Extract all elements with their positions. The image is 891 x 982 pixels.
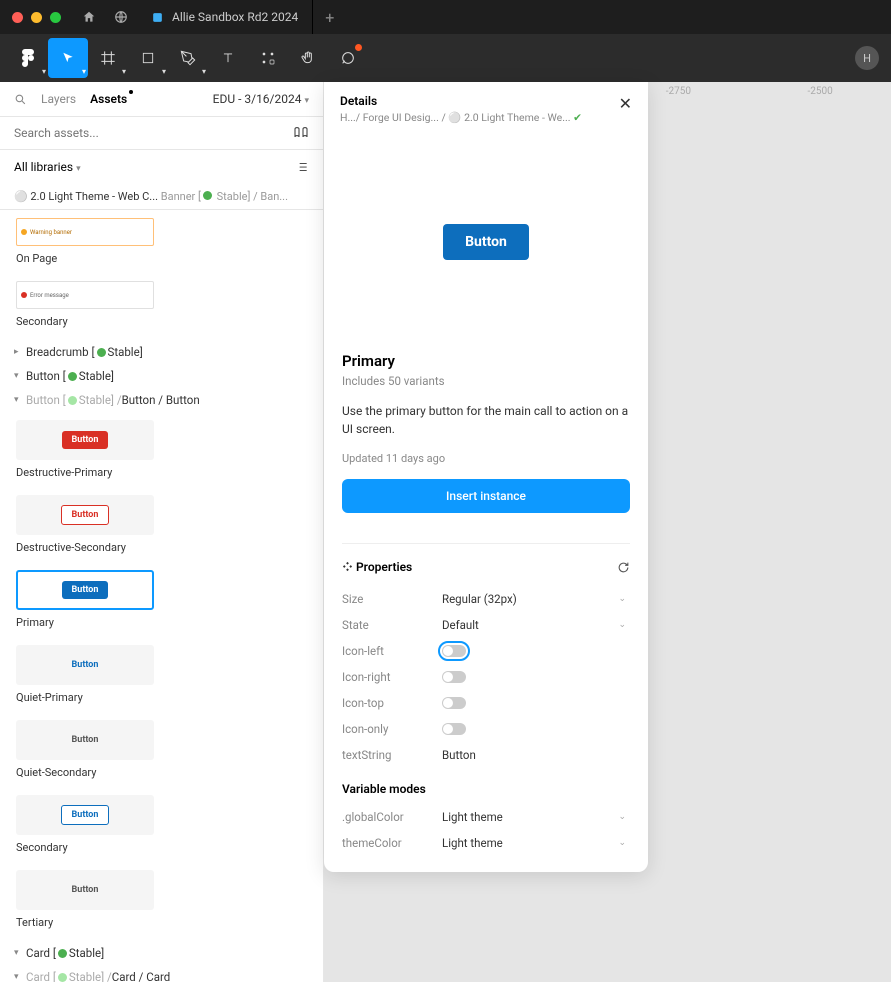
thumb-label: Quiet-Secondary (16, 766, 154, 779)
tree-sub-button[interactable]: ▾Button [ Stable] / Button / Button (0, 388, 323, 412)
thumb-on-page[interactable]: Warning banner On Page (16, 218, 154, 265)
property-row: Icon-top (342, 690, 630, 716)
titlebar: Allie Sandbox 2024Allie Sandbox Rd2 2024… (0, 0, 891, 34)
pen-tool[interactable]: ▾ (168, 38, 208, 78)
button-thumbs: ButtonDestructive-Primary ButtonDestructi… (0, 412, 323, 941)
toggle[interactable] (442, 697, 466, 709)
property-value[interactable] (442, 671, 630, 683)
toggle[interactable] (442, 671, 466, 683)
asset-search-row (0, 116, 323, 150)
thumb-button[interactable]: ButtonTertiary (16, 870, 154, 929)
figma-menu[interactable]: ▾ (8, 38, 48, 78)
property-row: textStringButton (342, 742, 630, 768)
tree-item[interactable]: ▾Button [ Stable] (0, 364, 323, 388)
property-value[interactable]: Regular (32px)⌄ (442, 592, 630, 606)
property-row: Icon-right (342, 664, 630, 690)
canvas[interactable]: -3250-3000-2750-2500 Details H.../ Forge… (324, 82, 891, 982)
tab-assets[interactable]: Assets (90, 92, 127, 106)
thumb-label: Tertiary (16, 916, 154, 929)
component-name: Primary (342, 352, 630, 370)
book-icon[interactable] (293, 125, 309, 141)
mode-value[interactable]: Light theme⌄ (442, 810, 630, 824)
tree-sub-card[interactable]: ▾Card [ Stable] / Card / Card (0, 965, 323, 982)
globe-icon[interactable] (105, 10, 137, 24)
minimize-window[interactable] (31, 12, 42, 23)
thumb-label: Secondary (16, 315, 154, 328)
details-breadcrumb[interactable]: H.../ Forge UI Desig... / ⚪ 2.0 Light Th… (340, 111, 582, 124)
property-value[interactable] (442, 697, 630, 709)
window-controls (0, 12, 73, 23)
thumb-label: Quiet-Primary (16, 691, 154, 704)
component-preview: Button (324, 132, 648, 352)
property-row: Icon-left (342, 638, 630, 664)
thumb-label: Destructive-Secondary (16, 541, 154, 554)
mode-row: .globalColorLight theme⌄ (342, 804, 630, 830)
new-tab-button[interactable]: + (313, 8, 346, 27)
tab[interactable]: Allie Sandbox Rd2 2024 (137, 0, 313, 34)
thumb-button[interactable]: ButtonQuiet-Secondary (16, 720, 154, 779)
thumb-button[interactable]: ButtonQuiet-Primary (16, 645, 154, 704)
comment-tool[interactable] (328, 38, 368, 78)
library-selector-row: All libraries ▾ (0, 150, 323, 184)
breadcrumb[interactable]: ⚪ 2.0 Light Theme - Web C... Banner [ St… (0, 184, 323, 210)
toggle[interactable] (442, 645, 466, 657)
tab-bar: Allie Sandbox 2024Allie Sandbox Rd2 2024… (73, 0, 346, 34)
property-value[interactable] (442, 645, 630, 657)
mode-row: themeColorLight theme⌄ (342, 830, 630, 856)
property-value[interactable]: Default⌄ (442, 618, 630, 632)
mode-value[interactable]: Light theme⌄ (442, 836, 630, 850)
list-icon[interactable] (295, 160, 309, 174)
banner-thumbs: Warning banner On Page Error message Sec… (0, 210, 323, 340)
avatar[interactable]: H (855, 46, 879, 70)
thumb-button[interactable]: ButtonPrimary (16, 570, 154, 629)
thumb-button[interactable]: ButtonDestructive-Primary (16, 420, 154, 479)
variant-count: Includes 50 variants (342, 374, 630, 388)
details-title: Details (340, 94, 582, 108)
hand-tool[interactable] (288, 38, 328, 78)
page-selector[interactable]: EDU - 3/16/2024 ▾ (213, 92, 309, 106)
property-row: SizeRegular (32px)⌄ (342, 586, 630, 612)
thumb-label: On Page (16, 252, 154, 265)
library-dropdown[interactable]: All libraries ▾ (14, 160, 81, 174)
updated-label: Updated 11 days ago (342, 452, 630, 465)
preview-button: Button (443, 224, 529, 260)
left-panel: Layers Assets EDU - 3/16/2024 ▾ All libr… (0, 82, 324, 982)
search-icon[interactable] (14, 93, 27, 106)
property-value[interactable]: Button (442, 748, 630, 762)
tree-item[interactable]: ▾Card [ Stable] (0, 941, 323, 965)
home-icon[interactable] (73, 10, 105, 24)
maximize-window[interactable] (50, 12, 61, 23)
shape-tool[interactable]: ▾ (128, 38, 168, 78)
search-input[interactable] (14, 126, 214, 140)
property-row: StateDefault⌄ (342, 612, 630, 638)
variable-modes-header: Variable modes (342, 782, 630, 796)
toggle[interactable] (442, 723, 466, 735)
thumb-label: Destructive-Primary (16, 466, 154, 479)
properties-header: Properties (342, 543, 630, 574)
component-description: Use the primary button for the main call… (342, 402, 630, 438)
thumb-label: Primary (16, 616, 154, 629)
thumb-button[interactable]: ButtonSecondary (16, 795, 154, 854)
thumb-label: Secondary (16, 841, 154, 854)
insert-instance-button[interactable]: Insert instance (342, 479, 630, 513)
frame-tool[interactable]: ▾ (88, 38, 128, 78)
close-window[interactable] (12, 12, 23, 23)
details-panel: Details H.../ Forge UI Desig... / ⚪ 2.0 … (324, 82, 648, 872)
property-value[interactable] (442, 723, 630, 735)
workspace: Layers Assets EDU - 3/16/2024 ▾ All libr… (0, 82, 891, 982)
close-icon[interactable]: ✕ (619, 94, 632, 113)
notification-dot (355, 44, 362, 51)
resources-tool[interactable] (248, 38, 288, 78)
toolbar: ▾ ▾ ▾ ▾ ▾ H (0, 34, 891, 82)
tree-item[interactable]: ▸Breadcrumb [ Stable] (0, 340, 323, 364)
property-row: Icon-only (342, 716, 630, 742)
panel-header: Layers Assets EDU - 3/16/2024 ▾ (0, 82, 323, 116)
refresh-icon[interactable] (617, 561, 630, 574)
thumb-secondary[interactable]: Error message Secondary (16, 281, 154, 328)
move-tool[interactable]: ▾ (48, 38, 88, 78)
thumb-button[interactable]: ButtonDestructive-Secondary (16, 495, 154, 554)
text-tool[interactable] (208, 38, 248, 78)
tab-layers[interactable]: Layers (41, 92, 76, 106)
